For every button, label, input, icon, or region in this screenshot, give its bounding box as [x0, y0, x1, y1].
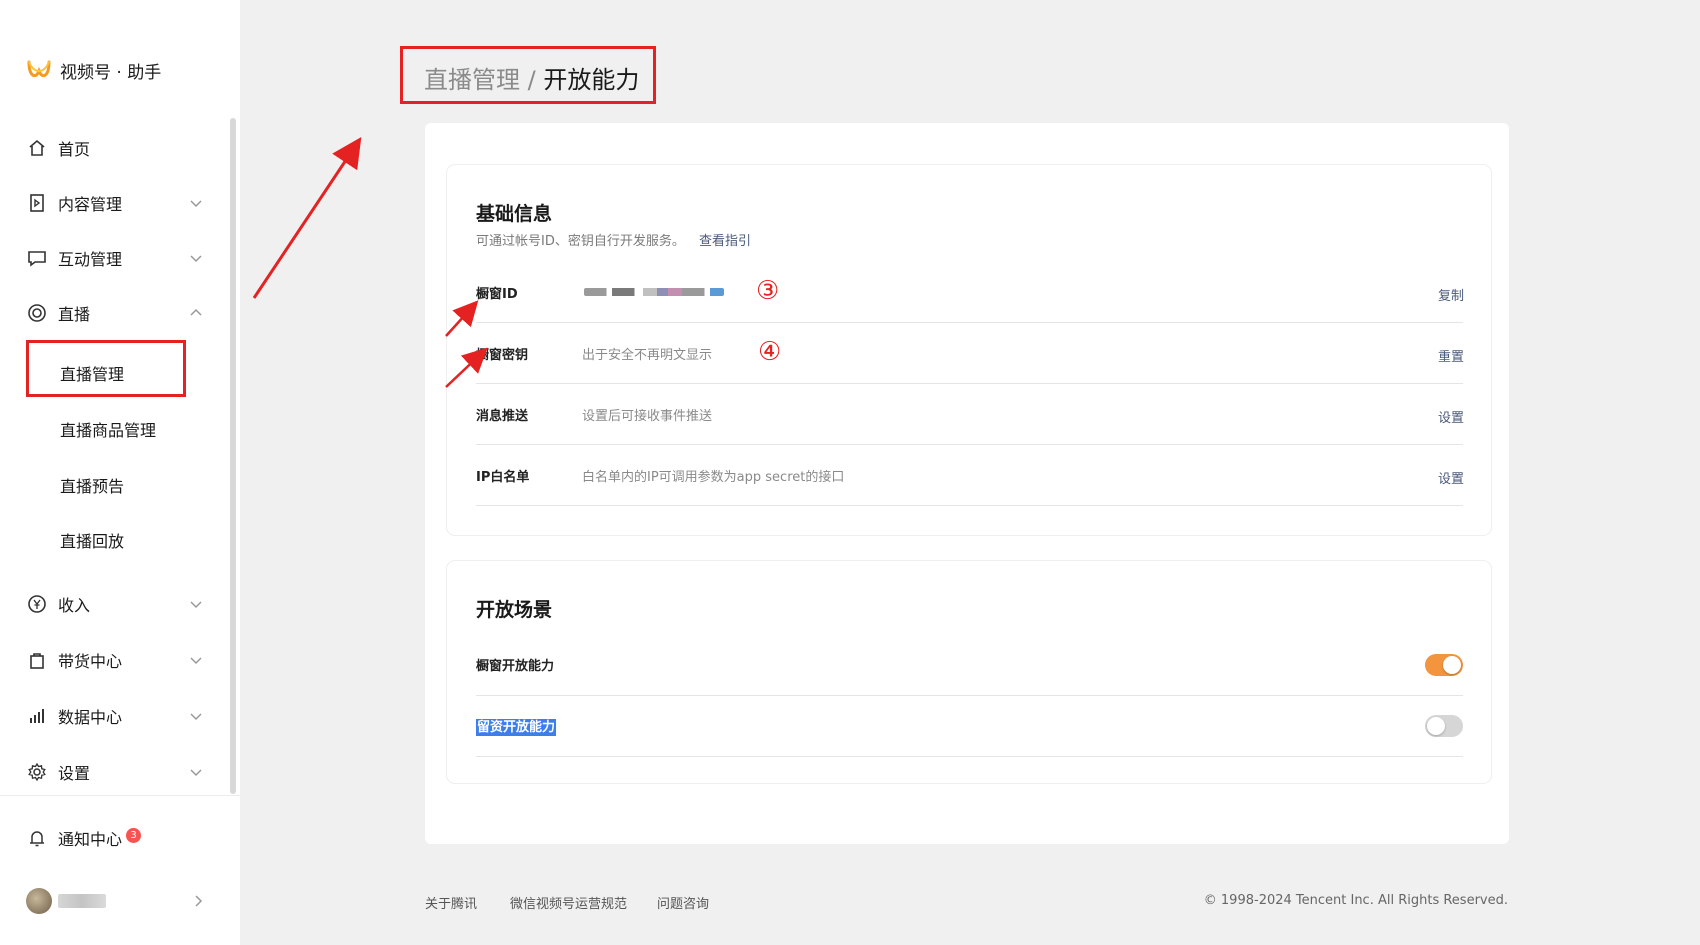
home-icon [26, 137, 48, 159]
window-secret-label: 橱窗密钥 [476, 348, 529, 363]
user-profile[interactable] [26, 888, 106, 914]
chevron-down-icon [190, 200, 202, 208]
sidebar-subitem-label: 直播预告 [60, 477, 125, 496]
window-id-value-redacted [584, 288, 724, 296]
sidebar-item-label: 直播 [58, 305, 91, 324]
chevron-down-icon [190, 769, 202, 777]
sidebar-subitem-live-products[interactable]: 直播商品管理 [60, 409, 210, 449]
sidebar-item-label: 首页 [58, 140, 91, 159]
ip-whitelist-label: IP白名单 [476, 470, 530, 485]
window-id-label: 橱窗ID [476, 287, 518, 302]
sidebar-item-live[interactable]: 直播 [26, 293, 204, 333]
window-open-capability-toggle[interactable] [1425, 654, 1463, 676]
toggle-knob [1427, 717, 1445, 735]
annotation-number-3: ③ [756, 276, 780, 306]
row-divider [476, 756, 1463, 757]
bar-chart-icon [26, 705, 48, 727]
sidebar-item-label: 通知中心 [58, 830, 123, 849]
gear-icon [26, 761, 48, 783]
basic-info-subtitle: 可通过帐号ID、密钥自行开发服务。 查看指引 [476, 230, 751, 249]
sidebar: 视频号 · 助手 首页 内容管理 互动管理 直播 直播管理 直播商品管理 直播预… [0, 0, 240, 945]
toggle-knob [1443, 656, 1461, 674]
annotation-highlight-box [400, 46, 656, 104]
sidebar-subitem-label: 直播商品管理 [60, 421, 157, 440]
sidebar-item-label: 设置 [58, 764, 91, 783]
lead-capture-capability-label: 留资开放能力 [476, 716, 557, 736]
channels-logo-icon [27, 60, 51, 77]
selected-text: 留资开放能力 [476, 719, 557, 736]
notification-count-badge: 3 [126, 827, 142, 843]
sidebar-item-label: 带货中心 [58, 652, 123, 671]
row-divider [476, 695, 1463, 696]
sidebar-item-label: 内容管理 [58, 195, 123, 214]
chevron-down-icon [190, 255, 202, 263]
ip-whitelist-value: 白名单内的IP可调用参数为app secret的接口 [582, 470, 845, 485]
sidebar-item-income[interactable]: 收入 [26, 584, 204, 624]
ip-whitelist-settings-button[interactable]: 设置 [1438, 468, 1464, 487]
message-push-settings-button[interactable]: 设置 [1438, 407, 1464, 426]
sidebar-subitem-label: 直播回放 [60, 532, 125, 551]
row-divider [476, 444, 1463, 445]
sidebar-item-label: 数据中心 [58, 708, 123, 727]
row-divider [476, 322, 1463, 323]
open-scenes-title: 开放场景 [476, 599, 553, 621]
message-push-label: 消息推送 [476, 409, 529, 424]
avatar [26, 888, 52, 914]
window-secret-value: 出于安全不再明文显示 [582, 348, 713, 363]
sidebar-item-content[interactable]: 内容管理 [26, 183, 204, 223]
sidebar-subitem-live-replay[interactable]: 直播回放 [60, 520, 210, 560]
sidebar-item-settings[interactable]: 设置 [26, 752, 204, 792]
message-push-value: 设置后可接收事件推送 [582, 409, 713, 424]
app-title: 视频号 · 助手 [60, 63, 162, 83]
sidebar-item-commerce[interactable]: 带货中心 [26, 640, 204, 680]
chevron-up-icon [190, 308, 202, 316]
basic-info-subtitle-text: 可通过帐号ID、密钥自行开发服务。 [476, 234, 685, 249]
play-doc-icon [26, 192, 48, 214]
user-name-redacted [58, 894, 106, 908]
copyright-text: © 1998-2024 Tencent Inc. All Rights Rese… [1203, 893, 1508, 908]
annotation-number-4: ④ [758, 337, 782, 367]
copy-button[interactable]: 复制 [1438, 285, 1464, 304]
footer-link-help[interactable]: 问题咨询 [657, 893, 709, 912]
sidebar-scrollbar[interactable] [230, 118, 236, 794]
basic-info-title: 基础信息 [476, 203, 553, 225]
guide-link[interactable]: 查看指引 [699, 234, 751, 249]
shopping-bag-icon [26, 649, 48, 671]
live-circle-icon [26, 302, 48, 324]
footer-link-rules[interactable]: 微信视频号运营规范 [510, 893, 627, 912]
sidebar-item-label: 收入 [58, 596, 91, 615]
row-divider [476, 383, 1463, 384]
sidebar-item-label: 互动管理 [58, 250, 123, 269]
lead-capture-capability-toggle[interactable] [1425, 715, 1463, 737]
footer-link-about[interactable]: 关于腾讯 [425, 893, 477, 912]
app-logo[interactable]: 视频号 · 助手 [26, 58, 161, 83]
row-divider [476, 505, 1463, 506]
sidebar-item-home[interactable]: 首页 [26, 128, 204, 168]
sidebar-divider [0, 795, 240, 796]
sidebar-subitem-live-preview[interactable]: 直播预告 [60, 465, 210, 505]
annotation-arrow [252, 137, 362, 299]
sidebar-item-notifications[interactable]: 通知中心 3 [26, 818, 204, 858]
bell-icon [26, 827, 48, 849]
sidebar-item-data[interactable]: 数据中心 [26, 696, 204, 736]
chat-bubble-icon [26, 247, 48, 269]
chevron-down-icon [190, 657, 202, 665]
chevron-down-icon [190, 601, 202, 609]
window-open-capability-label: 橱窗开放能力 [476, 659, 555, 674]
annotation-highlight-box [26, 340, 186, 397]
open-scenes-card [447, 561, 1491, 783]
chevron-right-icon[interactable] [190, 893, 206, 909]
yen-circle-icon [26, 593, 48, 615]
chevron-down-icon [190, 713, 202, 721]
sidebar-item-interaction[interactable]: 互动管理 [26, 238, 204, 278]
reset-button[interactable]: 重置 [1438, 346, 1464, 365]
